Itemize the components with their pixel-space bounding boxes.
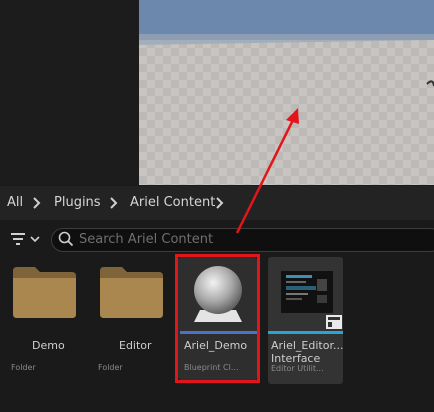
search-icon: [58, 231, 74, 247]
asset-name-ariel-editor-line1: Ariel_Editor...: [271, 339, 344, 352]
asset-name-editor: Editor: [119, 339, 152, 352]
viewport-floor: [139, 0, 434, 185]
level-viewport[interactable]: [139, 0, 434, 185]
asset-name-ariel-demo: Ariel_Demo: [184, 339, 248, 352]
asset-type-editor: Folder: [98, 363, 123, 372]
widget-thumbnail: [281, 271, 333, 313]
sphere-thumbnail: [194, 266, 242, 322]
folder-icon[interactable]: [11, 265, 78, 320]
breadcrumb-all[interactable]: All: [7, 195, 23, 210]
widget-type-icon: [326, 315, 342, 329]
breadcrumb-plugins[interactable]: Plugins: [54, 195, 101, 210]
asset-type-ariel-editor: Editor Utilit...: [271, 364, 324, 373]
outliner-panel: [0, 0, 139, 185]
chevron-right-icon: [33, 197, 41, 209]
editor-utility-type-stripe: [268, 331, 343, 334]
folder-icon[interactable]: [98, 265, 165, 320]
chevron-right-icon[interactable]: [215, 196, 225, 210]
asset-type-ariel-demo: Blueprint Cl...: [184, 363, 239, 372]
chevron-right-icon: [110, 197, 118, 209]
blueprint-type-stripe: [180, 331, 258, 334]
asset-name-demo: Demo: [32, 339, 65, 352]
filter-icon[interactable]: [9, 230, 43, 248]
search-input[interactable]: [79, 230, 409, 248]
asset-type-demo: Folder: [11, 363, 36, 372]
breadcrumb-ariel-content[interactable]: Ariel Content: [130, 195, 215, 210]
